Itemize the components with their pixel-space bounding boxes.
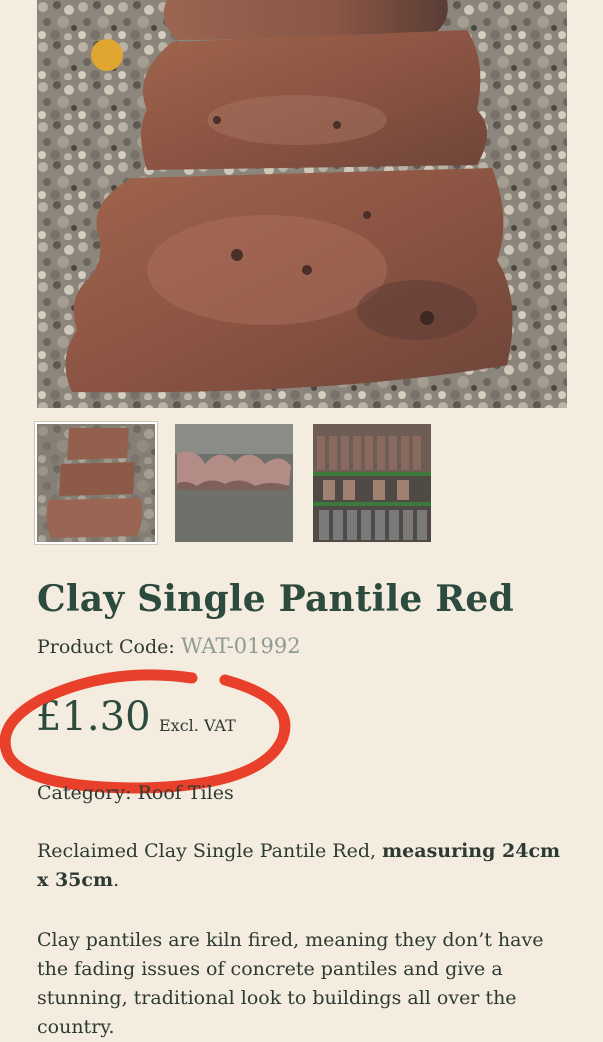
main-product-image[interactable] [37, 0, 567, 408]
product-category: Category: Roof Tiles [37, 782, 234, 804]
category-label: Category: [37, 782, 132, 804]
category-link[interactable]: Roof Tiles [138, 782, 234, 804]
thumbnail-pantile-profile[interactable] [175, 424, 293, 542]
product-code-label: Product Code: [37, 636, 175, 658]
thumbnail-pantile-rack[interactable] [313, 424, 431, 542]
product-code-value: WAT-01992 [180, 634, 301, 658]
product-price: £1.30 [36, 694, 151, 740]
description-intro-text: Reclaimed Clay Single Pantile Red, [37, 840, 383, 862]
product-title: Clay Single Pantile Red [37, 578, 514, 620]
description-intro-end: . [113, 869, 120, 891]
product-description-body: Clay pantiles are kiln fired, meaning th… [37, 929, 544, 1038]
product-code: Product Code: WAT-01992 [37, 634, 301, 658]
vat-label: Excl. VAT [159, 716, 236, 735]
product-description-intro: Reclaimed Clay Single Pantile Red, measu… [37, 837, 567, 895]
thumbnail-pantile-stack[interactable] [35, 422, 157, 544]
thumbnail-strip [35, 422, 437, 546]
